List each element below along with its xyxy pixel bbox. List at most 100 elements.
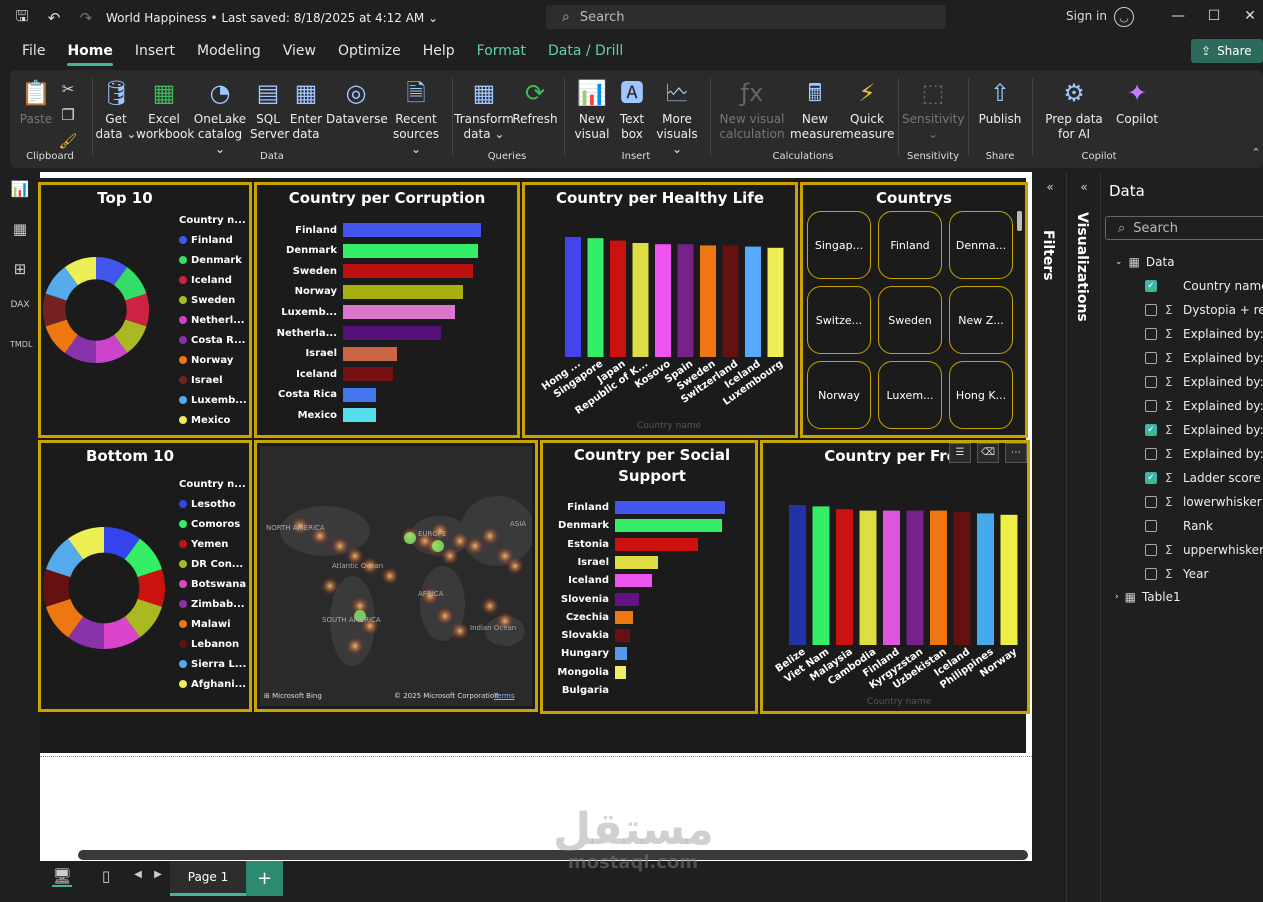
column-bar[interactable] (812, 506, 830, 645)
country-tile[interactable]: Luxem... (878, 361, 942, 429)
format-painter-icon[interactable]: 🖌 (58, 132, 78, 152)
map-bubble[interactable] (451, 622, 469, 640)
top10-donut-card[interactable]: Top 10 Country n... Finland Denmark Icelan… (38, 182, 252, 438)
map-bubble[interactable] (506, 557, 524, 575)
field-checkbox[interactable] (1145, 304, 1157, 316)
expand-filters-icon[interactable]: « (1040, 180, 1060, 200)
undo-icon[interactable]: ↶ (44, 8, 64, 28)
social-support-bar-card[interactable]: Country per Social Support Finland Denmar… (540, 440, 758, 714)
countries-slicer-card[interactable]: Countrys Singap... Finland Denma... Switze.… (800, 182, 1028, 438)
field-checkbox[interactable] (1145, 376, 1157, 388)
new-measure-button[interactable]: 🖩 New measure (790, 78, 842, 142)
field-checkbox[interactable] (1145, 520, 1157, 532)
field-item[interactable]: Σ Explained by: S... (1145, 444, 1263, 464)
text-box-button[interactable]: 🅰 Text box (614, 78, 650, 142)
country-tile[interactable]: New Z... (949, 286, 1013, 354)
field-item[interactable]: Σ Year (1145, 564, 1208, 584)
bar-row[interactable]: Netherla... (257, 326, 441, 340)
menu-data-drill[interactable]: Data / Drill (537, 36, 634, 68)
column-bar[interactable] (767, 247, 784, 357)
bar[interactable] (343, 346, 397, 361)
desktop-layout-icon[interactable]: 🖥 (52, 867, 72, 887)
share-button[interactable]: ⇪ Share (1191, 39, 1263, 63)
bar-row[interactable]: Iceland (257, 367, 393, 382)
bar[interactable] (615, 555, 658, 569)
legend-item[interactable]: Denmark (179, 250, 247, 270)
column-bar[interactable] (700, 245, 716, 357)
add-page-button[interactable]: + (246, 861, 283, 896)
page-tab[interactable]: Page 1 (170, 861, 246, 896)
filter-icon[interactable]: ☰ (949, 443, 971, 463)
legend-item[interactable]: Botswana (179, 574, 246, 594)
more-visuals-button[interactable]: 🗠 More visuals ⌄ (654, 78, 700, 157)
field-checkbox[interactable] (1145, 328, 1157, 340)
legend-item[interactable]: Finland (179, 230, 247, 250)
menu-file[interactable]: File (11, 36, 56, 68)
dax-query-view-icon[interactable]: DAX (10, 300, 30, 320)
field-item[interactable]: ✓ Country name (1145, 276, 1263, 296)
quick-measure-button[interactable]: ⚡ Quick measure (842, 78, 894, 142)
new-visual-button[interactable]: 📊 New visual (572, 78, 612, 142)
bar[interactable] (343, 387, 377, 402)
bar[interactable] (615, 537, 698, 551)
redo-icon[interactable]: ↷ (76, 8, 96, 28)
column-bar[interactable] (836, 509, 853, 645)
column-bar[interactable] (906, 510, 924, 645)
column-bar[interactable] (930, 510, 947, 645)
bar[interactable] (343, 305, 455, 320)
field-item[interactable]: Σ Explained by: G... (1145, 348, 1263, 368)
bar-row[interactable]: Slovakia (529, 629, 631, 643)
bar[interactable] (343, 326, 441, 340)
excel-workbook-button[interactable]: ▦ Excel workbook (136, 78, 194, 142)
bar-row[interactable]: Costa Rica (257, 387, 377, 402)
bar[interactable] (615, 501, 725, 514)
legend-item[interactable]: DR Con... (179, 554, 246, 574)
happiness-map-card[interactable]: NORTH AMERICA EUROPE ASIA Atlantic Ocean… (254, 440, 538, 712)
map-bubble[interactable] (481, 597, 499, 615)
bar-row[interactable]: Mongolia (529, 665, 626, 679)
bar[interactable] (343, 284, 464, 299)
corruption-bar-card[interactable]: Country per Corruption Finland Denmark Swe… (254, 182, 520, 438)
bar[interactable] (615, 665, 626, 679)
map-bubble[interactable] (441, 547, 459, 565)
paste-button[interactable]: 📋 Paste (16, 78, 56, 127)
legend-item[interactable]: Netherl... (179, 310, 247, 330)
bar[interactable] (343, 367, 393, 382)
column-bar[interactable] (745, 246, 761, 357)
healthy-life-column-card[interactable]: Country per Healthy Life Hong ... Singapo… (522, 182, 798, 438)
eraser-icon[interactable]: ⌫ (977, 443, 999, 463)
field-checkbox[interactable]: ✓ (1145, 280, 1157, 292)
legend-item[interactable]: Zimbab... (179, 594, 246, 614)
legend-item[interactable]: Afghani... (179, 674, 246, 694)
slicer-scrollbar[interactable] (1017, 211, 1022, 231)
field-checkbox[interactable] (1145, 544, 1157, 556)
sql-server-button[interactable]: ▤ SQL Server (250, 78, 289, 142)
bar-row[interactable]: Denmark (257, 243, 479, 258)
sensitivity-button[interactable]: ⬚ Sensitivity ⌄ (902, 78, 964, 142)
filters-pane[interactable]: « Filters (1032, 172, 1066, 862)
legend-item[interactable]: Comoros (179, 514, 246, 534)
freedom-column-card[interactable]: Country per Free Belize Viet Nam Malaysia C… (760, 440, 1030, 714)
legend-item[interactable]: Sierra L... (179, 654, 246, 674)
recent-sources-button[interactable]: 🗎 Recent sources ⌄ (388, 78, 444, 157)
visualizations-label[interactable]: Visualizations (1074, 212, 1090, 322)
column-bar[interactable] (677, 244, 694, 357)
visualizations-pane[interactable]: « Visualizations (1066, 172, 1100, 902)
country-tile[interactable]: Finland (878, 211, 942, 279)
prev-page-icon[interactable]: ◀ (128, 869, 148, 889)
legend-item[interactable]: Lebanon (179, 634, 246, 654)
field-item[interactable]: Σ Explained by: H... (1145, 372, 1263, 392)
country-tile[interactable]: Hong K... (949, 361, 1013, 429)
table-view-icon[interactable]: ▦ (10, 220, 30, 240)
bar-row[interactable]: Bulgaria (529, 684, 615, 697)
bar[interactable] (343, 264, 473, 279)
copilot-button[interactable]: ✦ Copilot (1114, 78, 1160, 127)
column-bar[interactable] (859, 510, 877, 645)
bar-row[interactable]: Luxemb... (257, 305, 455, 320)
legend-item[interactable]: Lesotho (179, 494, 246, 514)
country-tile[interactable]: Switze... (807, 286, 871, 354)
field-checkbox[interactable]: ✓ (1145, 424, 1157, 436)
legend-item[interactable]: Malawi (179, 614, 246, 634)
bar[interactable] (343, 408, 377, 423)
next-page-icon[interactable]: ▶ (148, 869, 168, 889)
